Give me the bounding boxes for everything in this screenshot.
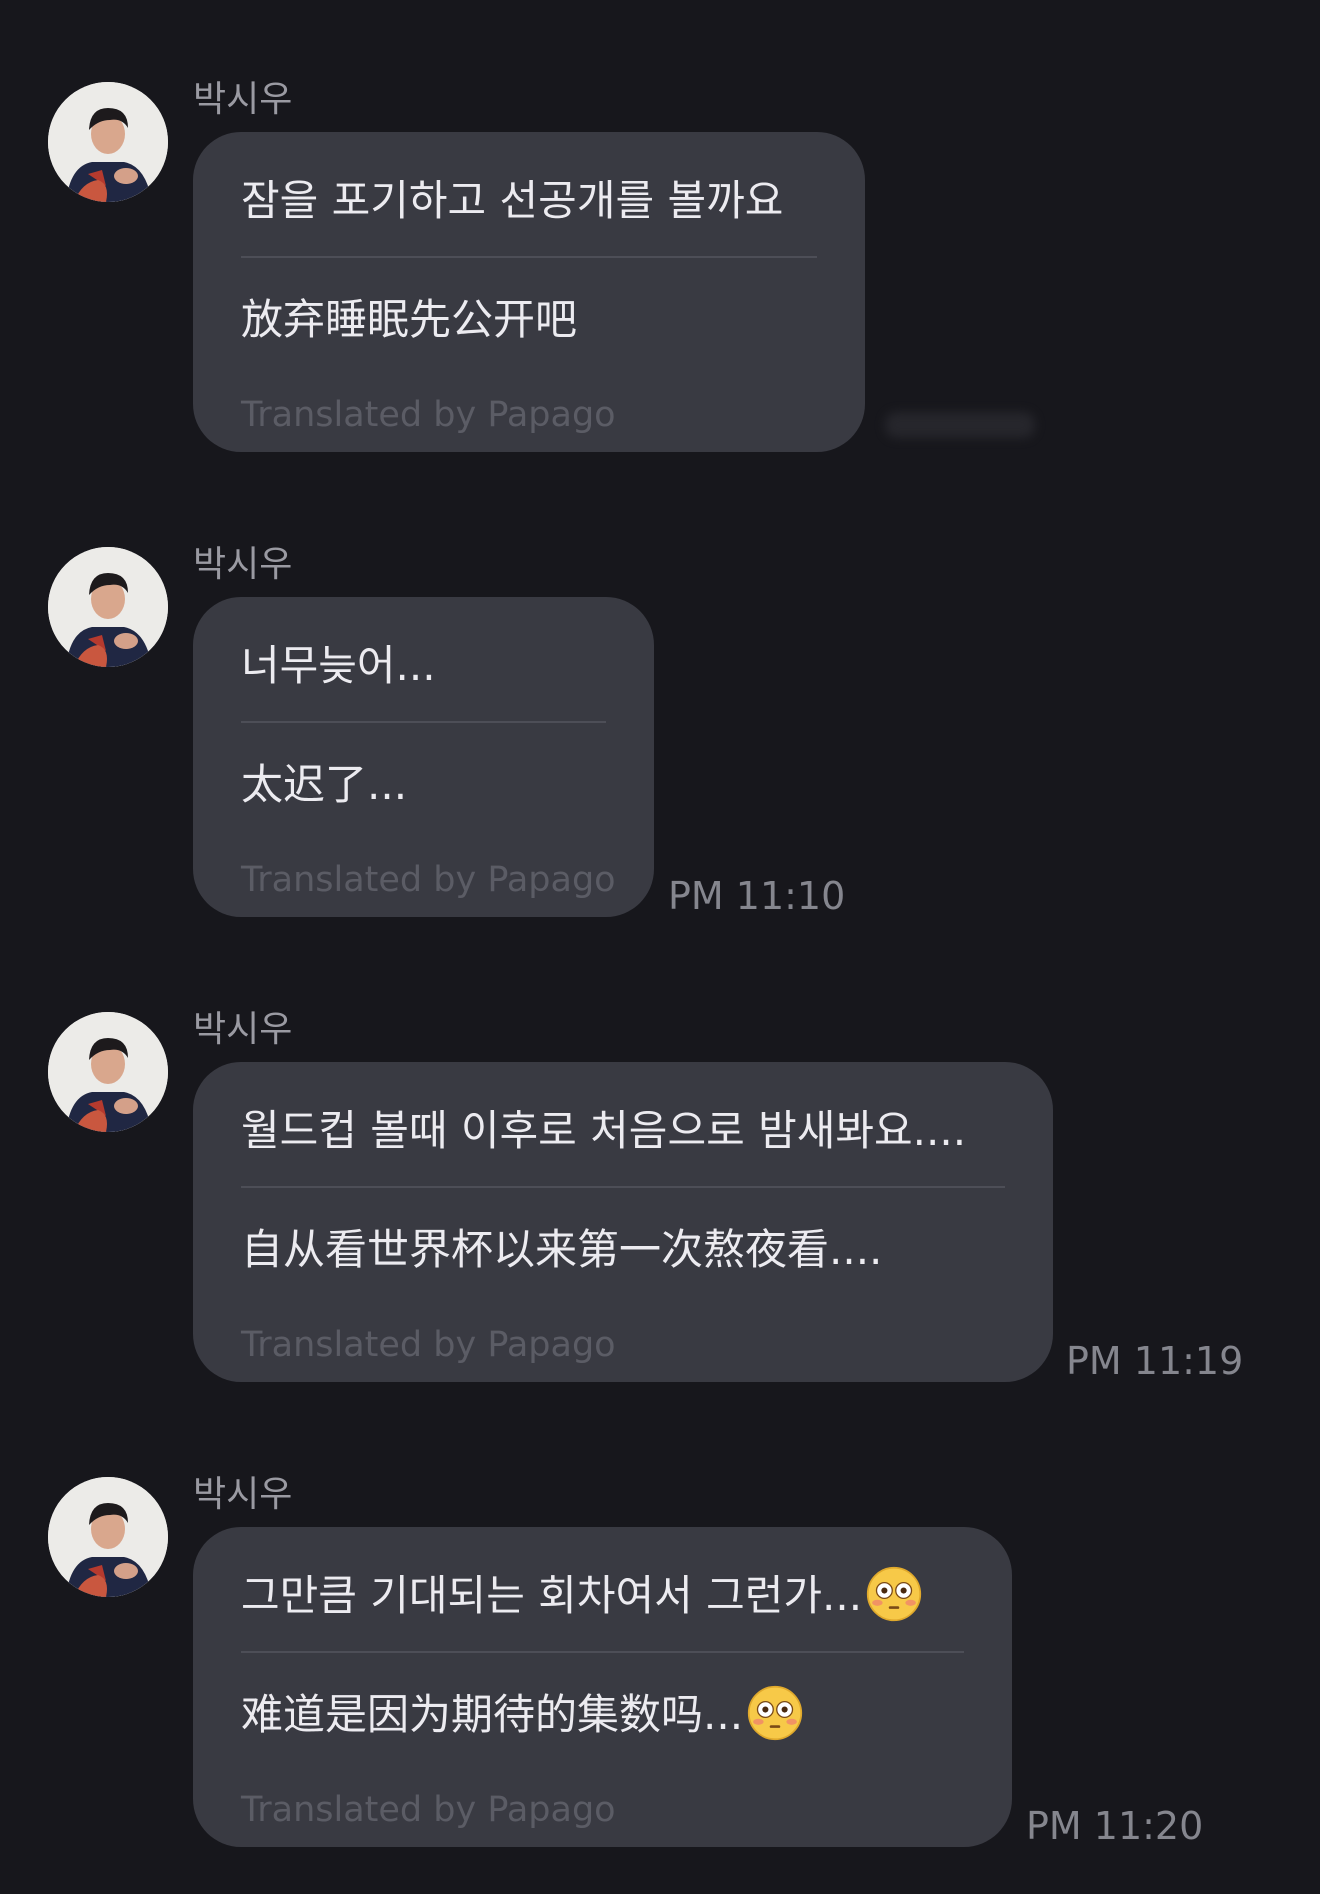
- translated-text: 自从看世界杯以来第一次熬夜看....: [241, 1225, 883, 1274]
- message-bubble[interactable]: 너무늦어... 太迟了... Translated by Papago: [193, 597, 654, 917]
- message-bubble[interactable]: 그만큼 기대되는 회차여서 그런가... 难道是因为期待的集数吗... Tran…: [193, 1527, 1012, 1847]
- avatar[interactable]: [48, 547, 168, 667]
- message-text: 월드컵 볼때 이후로 처음으로 밤새봐요....: [241, 1106, 967, 1155]
- timestamp: PM 11:10: [668, 874, 846, 918]
- message-text: 잠을 포기하고 선공개를 볼까요: [241, 176, 784, 225]
- translation-credit: Translated by Papago: [241, 860, 616, 900]
- timestamp: PM 11:20: [1026, 1804, 1204, 1848]
- flushed-face-icon: [747, 1685, 803, 1740]
- translation-credit: Translated by Papago: [241, 1790, 616, 1830]
- flushed-face-icon: [866, 1566, 922, 1621]
- sender-name: 박시우: [193, 544, 293, 585]
- translation-credit: Translated by Papago: [241, 1325, 616, 1365]
- obscured-timestamp: [885, 412, 1035, 438]
- sender-name: 박시우: [193, 1009, 293, 1050]
- translation-credit: Translated by Papago: [241, 395, 616, 435]
- timestamp: PM 11:19: [1066, 1339, 1244, 1383]
- translated-text: 放弃睡眠先公开吧: [241, 295, 578, 344]
- message-bubble[interactable]: 잠을 포기하고 선공개를 볼까요 放弃睡眠先公开吧 Translated by …: [193, 132, 865, 452]
- message-text: 너무늦어...: [241, 641, 436, 690]
- divider: [241, 256, 817, 258]
- divider: [241, 1651, 964, 1653]
- avatar[interactable]: [48, 82, 168, 202]
- sender-name: 박시우: [193, 79, 293, 120]
- message-text-row: 그만큼 기대되는 회차여서 그런가...: [241, 1566, 922, 1622]
- avatar[interactable]: [48, 1477, 168, 1597]
- avatar[interactable]: [48, 1012, 168, 1132]
- translated-text: 难道是因为期待的集数吗...: [241, 1690, 744, 1739]
- avatar-photo-icon: [48, 1477, 168, 1597]
- sender-name: 박시우: [193, 1474, 293, 1515]
- message-text: 그만큼 기대되는 회차여서 그런가...: [241, 1571, 863, 1620]
- message-bubble[interactable]: 월드컵 볼때 이후로 처음으로 밤새봐요.... 自从看世界杯以来第一次熬夜看.…: [193, 1062, 1053, 1382]
- avatar-photo-icon: [48, 82, 168, 202]
- avatar-photo-icon: [48, 1012, 168, 1132]
- translated-text: 太迟了...: [241, 760, 408, 809]
- divider: [241, 721, 606, 723]
- avatar-photo-icon: [48, 547, 168, 667]
- translated-text-row: 难道是因为期待的集数吗...: [241, 1685, 803, 1741]
- divider: [241, 1186, 1005, 1188]
